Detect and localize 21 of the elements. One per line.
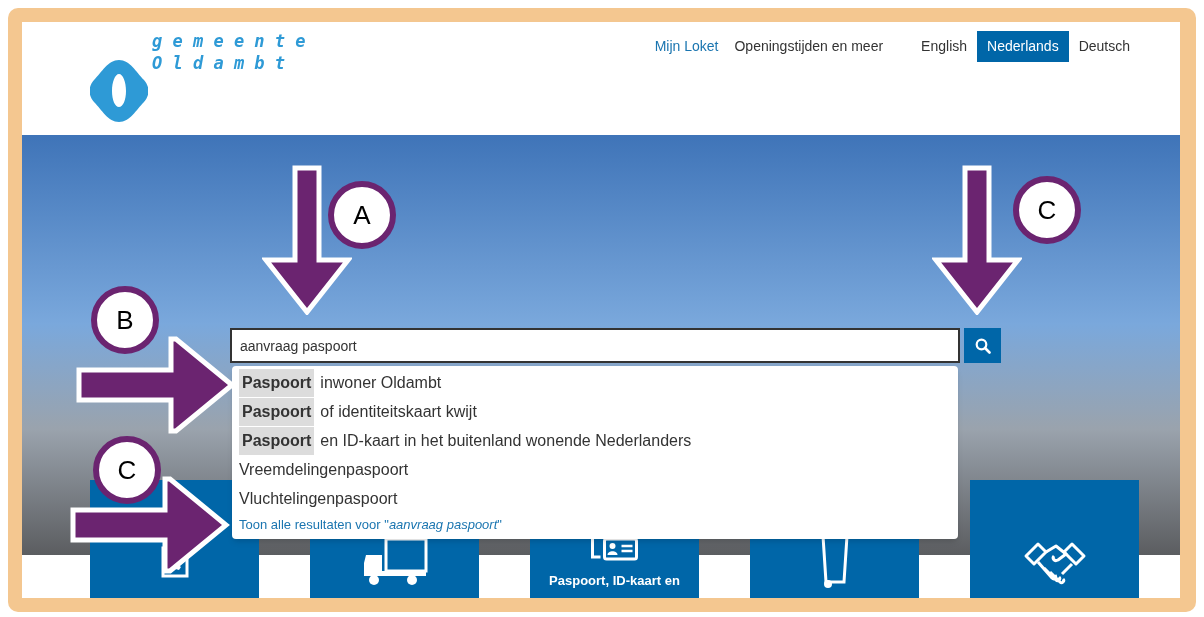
suggestion-item[interactable]: en ID-kaart in het buitenland wonende Nederlanders xyxy=(320,428,692,453)
suggestion-item[interactable]: Vreemdelingenpaspoort xyxy=(239,457,409,482)
suggestion-item[interactable]: of identiteitskaart kwijt xyxy=(320,399,477,424)
logo-text: O l d a m b t xyxy=(152,52,287,74)
suggestion-item[interactable]: inwoner Oldambt xyxy=(320,370,442,395)
match-highlight: Paspoort xyxy=(239,426,315,455)
search-icon xyxy=(974,337,991,354)
suggestion-item[interactable]: Vluchtelingenpaspoort xyxy=(239,486,398,511)
nav-link[interactable]: Openingstijden en meer xyxy=(734,36,884,57)
match-highlight: Paspoort xyxy=(239,397,315,426)
language-link[interactable]: English xyxy=(911,31,978,62)
logo-icon xyxy=(90,60,148,122)
category-tile[interactable] xyxy=(970,480,1139,598)
language-link[interactable]: Nederlands xyxy=(977,31,1069,62)
search-button[interactable] xyxy=(964,328,1001,363)
logo-text: g e m e e n t e xyxy=(152,30,306,52)
match-highlight: Paspoort xyxy=(239,368,315,397)
all-results-link[interactable]: Toon alle resultaten voor "aanvraag paspoort" xyxy=(239,515,502,535)
login-link[interactable]: Mijn Loket xyxy=(654,36,719,57)
search-field[interactable]: aanvraag paspoort xyxy=(230,328,960,363)
language-link[interactable]: Deutsch xyxy=(1068,31,1140,62)
